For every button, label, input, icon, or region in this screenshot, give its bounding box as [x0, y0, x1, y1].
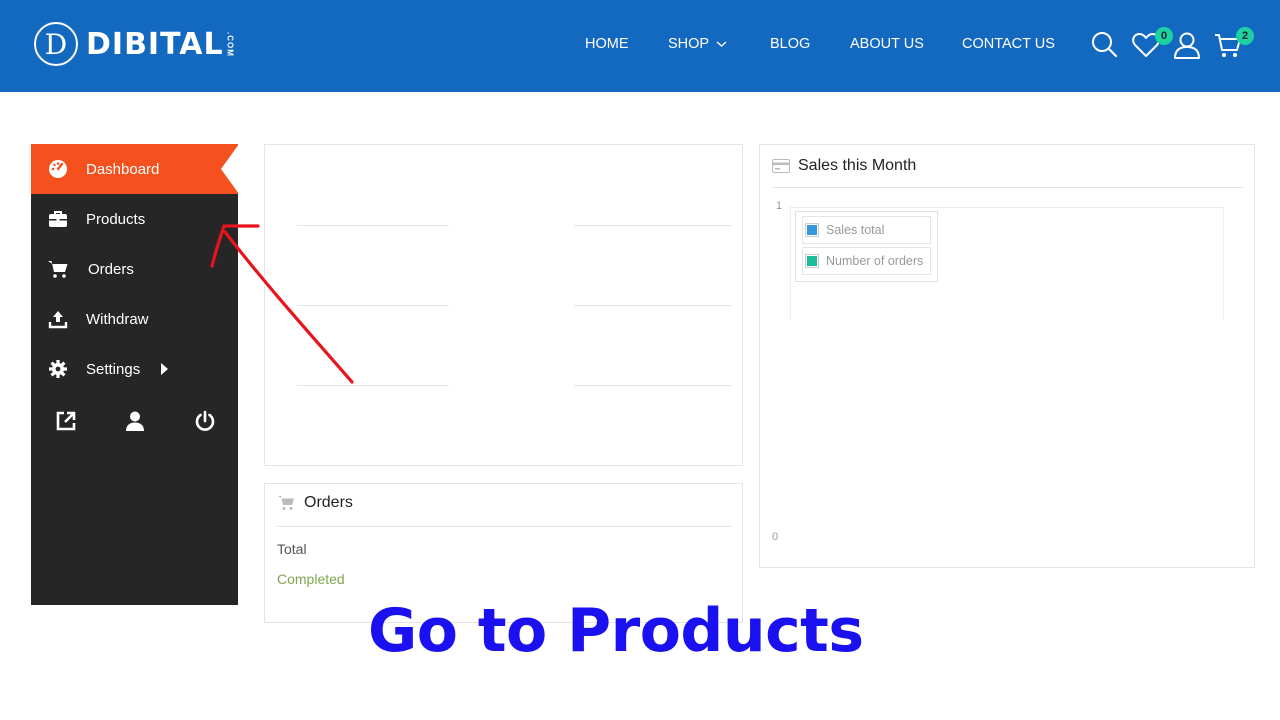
instruction-caption: Go to Products [368, 596, 864, 666]
